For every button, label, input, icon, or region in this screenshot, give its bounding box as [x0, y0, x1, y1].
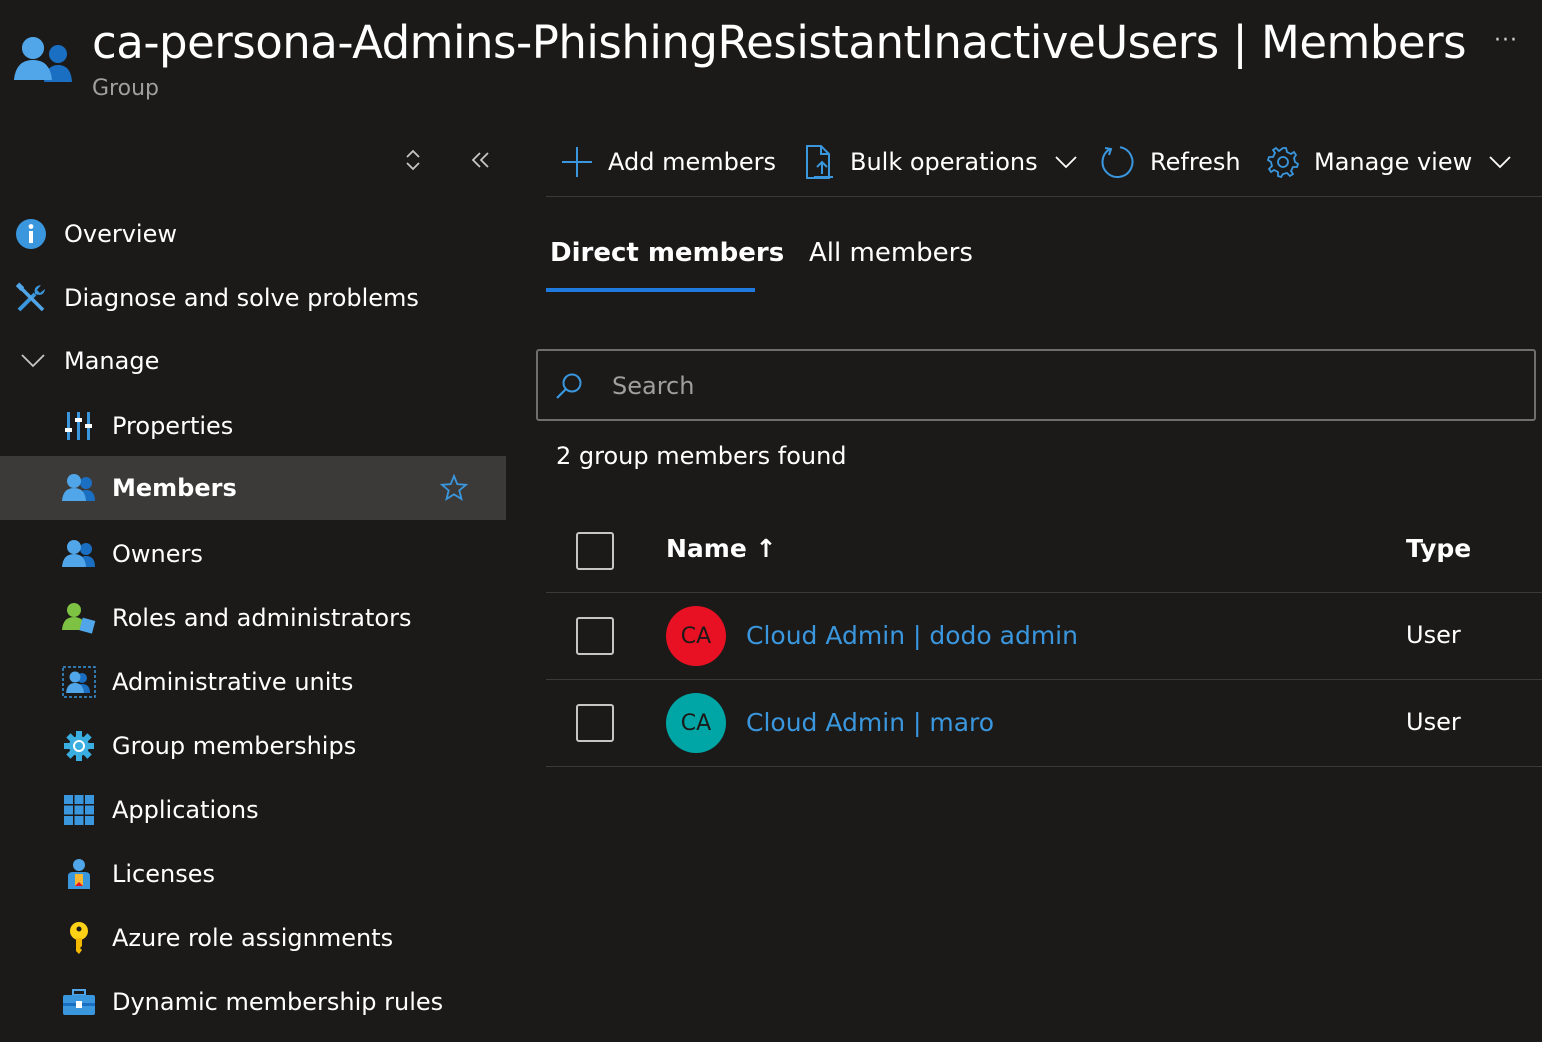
- sidebar-item-properties[interactable]: Properties: [0, 394, 506, 458]
- chevron-down-icon: [1489, 156, 1511, 169]
- sidebar-item-label: Members: [112, 474, 237, 502]
- sidebar-item-label: Azure role assignments: [112, 924, 394, 952]
- gear-icon: [62, 729, 96, 763]
- result-count: 2 group members found: [556, 442, 847, 470]
- manage-view-button[interactable]: Manage view: [1266, 142, 1512, 182]
- sidebar-item-label: Properties: [112, 412, 234, 440]
- bulk-operations-button[interactable]: Bulk operations: [804, 142, 1078, 182]
- refresh-icon: [1101, 146, 1134, 178]
- sidebar-item-manage[interactable]: Manage: [0, 329, 506, 393]
- sidebar-item-owners[interactable]: Owners: [0, 522, 506, 586]
- search-input[interactable]: [610, 363, 1514, 409]
- admin-units-icon: [62, 665, 96, 699]
- owners-icon: [62, 537, 96, 571]
- sidebar-item-dynamic-membership-rules[interactable]: Dynamic membership rules: [0, 970, 506, 1034]
- table-header: Name ↑ Type: [546, 508, 1542, 593]
- column-header-type[interactable]: Type: [1406, 534, 1471, 563]
- favorite-star-icon[interactable]: [439, 473, 469, 508]
- roles-icon: [62, 601, 96, 635]
- license-icon: [62, 857, 96, 891]
- grid-icon: [62, 793, 96, 827]
- active-tab-indicator: [546, 288, 755, 292]
- row-checkbox[interactable]: [576, 617, 614, 655]
- sidebar-item-overview[interactable]: Overview: [0, 202, 506, 266]
- sidebar-item-label: Manage: [64, 347, 160, 375]
- search-icon: [556, 373, 582, 399]
- command-bar: Add members Bulk operations Refresh Mana…: [546, 128, 1542, 197]
- sidebar-item-label: Applications: [112, 796, 259, 824]
- info-icon: [14, 217, 48, 251]
- page-title: ca-persona-Admins-PhishingResistantInact…: [92, 16, 1467, 69]
- sort-icon[interactable]: [404, 148, 422, 178]
- avatar: CA: [666, 693, 726, 753]
- toolbox-icon: [62, 985, 96, 1019]
- table-row: CA Cloud Admin | maro User: [546, 680, 1542, 767]
- member-type: User: [1406, 621, 1461, 649]
- page-subtitle: Group: [92, 76, 159, 101]
- sidebar-item-label: Licenses: [112, 860, 215, 888]
- more-options-button[interactable]: ···: [1494, 28, 1518, 53]
- manage-view-label: Manage view: [1314, 148, 1473, 176]
- search-box[interactable]: [536, 349, 1536, 421]
- document-upload-icon: [806, 145, 833, 179]
- add-members-button[interactable]: Add members: [560, 142, 776, 182]
- sidebar-item-label: Administrative units: [112, 668, 354, 696]
- tab-direct-members[interactable]: Direct members: [550, 238, 784, 268]
- sidebar-item-label: Roles and administrators: [112, 604, 412, 632]
- chevron-down-icon: [16, 344, 50, 378]
- member-type: User: [1406, 708, 1461, 736]
- group-icon: [14, 34, 74, 86]
- column-header-name[interactable]: Name ↑: [666, 534, 776, 563]
- sidebar-item-roles[interactable]: Roles and administrators: [0, 586, 506, 650]
- member-name-link[interactable]: Cloud Admin | dodo admin: [746, 621, 1078, 650]
- plus-icon: [562, 147, 592, 177]
- sidebar-item-group-memberships[interactable]: Group memberships: [0, 714, 506, 778]
- sidebar-item-members[interactable]: Members: [0, 456, 506, 520]
- chevron-down-icon: [1054, 156, 1077, 169]
- key-icon: [62, 921, 96, 955]
- member-name-link[interactable]: Cloud Admin | maro: [746, 708, 994, 737]
- members-table: Name ↑ Type CA Cloud Admin | dodo admin …: [546, 508, 1542, 767]
- sidebar-item-administrative-units[interactable]: Administrative units: [0, 650, 506, 714]
- members-icon: [62, 471, 96, 505]
- sidebar-item-azure-role-assignments[interactable]: Azure role assignments: [0, 906, 506, 970]
- select-all-checkbox[interactable]: [576, 532, 614, 570]
- add-members-label: Add members: [608, 148, 776, 176]
- collapse-sidebar-icon[interactable]: [470, 150, 492, 176]
- sidebar-item-label: Dynamic membership rules: [112, 988, 444, 1016]
- avatar: CA: [666, 606, 726, 666]
- wrench-icon: [14, 281, 48, 315]
- table-row: CA Cloud Admin | dodo admin User: [546, 593, 1542, 680]
- refresh-button[interactable]: Refresh: [1100, 142, 1241, 182]
- properties-icon: [62, 409, 96, 443]
- sidebar: Overview Diagnose and solve problems Man…: [0, 128, 506, 1042]
- sidebar-item-diagnose[interactable]: Diagnose and solve problems: [0, 266, 506, 330]
- gear-icon: [1266, 146, 1300, 179]
- sidebar-item-licenses[interactable]: Licenses: [0, 842, 506, 906]
- sidebar-item-label: Group memberships: [112, 732, 357, 760]
- tab-all-members[interactable]: All members: [809, 238, 973, 268]
- sidebar-item-label: Overview: [64, 220, 177, 248]
- row-checkbox[interactable]: [576, 704, 614, 742]
- sidebar-item-label: Owners: [112, 540, 203, 568]
- bulk-operations-label: Bulk operations: [850, 148, 1038, 176]
- sidebar-item-applications[interactable]: Applications: [0, 778, 506, 842]
- sidebar-item-label: Diagnose and solve problems: [64, 284, 419, 312]
- refresh-label: Refresh: [1150, 148, 1241, 176]
